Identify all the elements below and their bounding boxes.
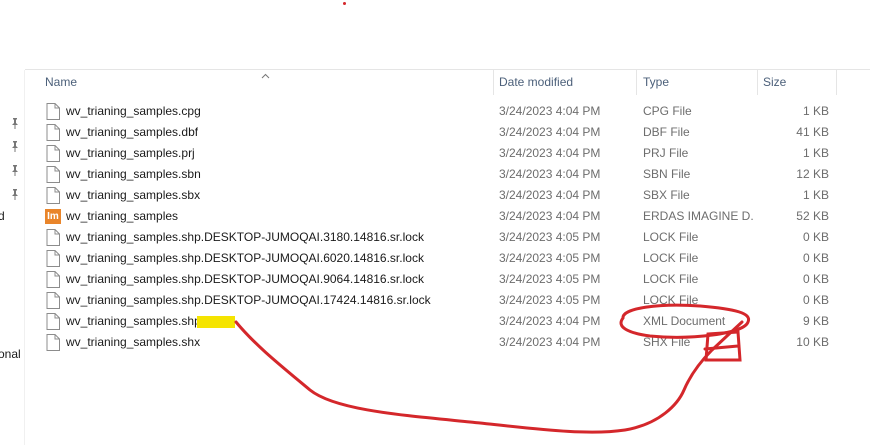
file-row[interactable]: wv_trianing_samples.cpg 3/24/2023 4:04 PM… [25, 101, 837, 122]
file-size: 12 KB [796, 167, 829, 181]
file-row[interactable]: wv_trianing_samples.dbf 3/24/2023 4:04 PM… [25, 122, 837, 143]
file-row[interactable]: wv_trianing_samples.shp 3/24/2023 4:04 PM… [25, 311, 837, 332]
file-name: wv_trianing_samples.sbn [66, 167, 201, 181]
nav-item-fragment[interactable]: d [0, 209, 5, 223]
file-row[interactable]: wv_trianing_samples.shp.DESKTOP-JUMOQAI.… [25, 269, 837, 290]
file-date-modified: 3/24/2023 4:04 PM [499, 146, 601, 160]
document-icon [46, 187, 60, 204]
document-icon [46, 271, 60, 288]
file-size: 9 KB [802, 314, 829, 328]
file-row[interactable]: wv_trianing_samples.shp.DESKTOP-JUMOQAI.… [25, 248, 837, 269]
file-name: wv_trianing_samples.shp.DESKTOP-JUMOQAI.… [66, 251, 424, 265]
file-name: wv_trianing_samples.shp.DESKTOP-JUMOQAI.… [66, 293, 431, 307]
file-date-modified: 3/24/2023 4:05 PM [499, 272, 601, 286]
file-name: wv_trianing_samples.shp.DESKTOP-JUMOQAI.… [66, 230, 424, 244]
file-date-modified: 3/24/2023 4:05 PM [499, 230, 601, 244]
sort-ascending-icon [261, 68, 270, 82]
file-date-modified: 3/24/2023 4:04 PM [499, 314, 601, 328]
file-date-modified: 3/24/2023 4:05 PM [499, 251, 601, 265]
file-name: wv_trianing_samples.shp [66, 314, 201, 328]
file-row[interactable]: wv_trianing_samples.prj 3/24/2023 4:04 PM… [25, 143, 837, 164]
file-row[interactable]: wv_trianing_samples.shp.DESKTOP-JUMOQAI.… [25, 290, 837, 311]
file-row[interactable]: wv_trianing_samples.sbx 3/24/2023 4:04 PM… [25, 185, 837, 206]
file-name: wv_trianing_samples [66, 209, 179, 223]
file-size: 10 KB [796, 335, 829, 349]
file-type: PRJ File [643, 146, 689, 160]
column-header-date[interactable]: Date modified [494, 70, 637, 95]
document-icon [46, 124, 60, 141]
document-icon [46, 292, 60, 309]
file-row[interactable]: wv_trianing_samples.shx 3/24/2023 4:04 PM… [25, 332, 837, 353]
file-row[interactable]: Im wv_trianing_samples 3/24/2023 4:04 PM ER… [25, 206, 837, 227]
nav-item-fragment[interactable]: onal [0, 347, 21, 361]
file-size: 0 KB [802, 293, 829, 307]
file-name: wv_trianing_samples.cpg [66, 104, 201, 118]
file-date-modified: 3/24/2023 4:05 PM [499, 293, 601, 307]
file-type: LOCK File [643, 230, 699, 244]
file-type: DBF File [643, 125, 690, 139]
file-date-modified: 3/24/2023 4:04 PM [499, 188, 601, 202]
file-date-modified: 3/24/2023 4:04 PM [499, 104, 601, 118]
file-size: 52 KB [796, 209, 829, 223]
file-name: wv_trianing_samples.shp.DESKTOP-JUMOQAI.… [66, 272, 424, 286]
file-size: 1 KB [802, 146, 829, 160]
column-header-row: Name Date modified Type Size [25, 70, 837, 95]
file-size: 41 KB [796, 125, 829, 139]
file-size: 0 KB [802, 272, 829, 286]
document-icon [46, 250, 60, 267]
file-type: XML Document [643, 314, 726, 328]
file-type: LOCK File [643, 251, 699, 265]
pin-icon[interactable] [9, 117, 21, 129]
file-row[interactable]: wv_trianing_samples.shp.DESKTOP-JUMOQAI.… [25, 227, 837, 248]
file-list[interactable]: Name Date modified Type Size wv_trianing… [25, 70, 870, 445]
file-name: wv_trianing_samples.prj [66, 146, 195, 160]
column-header-type[interactable]: Type [638, 70, 758, 95]
file-type: CPG File [643, 104, 692, 118]
file-row[interactable]: wv_trianing_samples.sbn 3/24/2023 4:04 PM… [25, 164, 837, 185]
navigation-pane[interactable]: d onal [0, 70, 25, 445]
red-dot-mark [343, 2, 346, 5]
file-date-modified: 3/24/2023 4:04 PM [499, 167, 601, 181]
file-type: ERDAS IMAGINE D... [643, 209, 753, 223]
document-icon [46, 166, 60, 183]
document-icon [46, 229, 60, 246]
file-date-modified: 3/24/2023 4:04 PM [499, 125, 601, 139]
file-type: SHX File [643, 335, 691, 349]
column-separator[interactable] [836, 70, 837, 95]
column-header-size[interactable]: Size [758, 70, 836, 95]
file-date-modified: 3/24/2023 4:04 PM [499, 335, 601, 349]
column-separator[interactable] [636, 70, 637, 95]
file-type: LOCK File [643, 272, 699, 286]
pin-icon[interactable] [9, 164, 21, 176]
file-type: SBN File [643, 167, 691, 181]
pin-icon[interactable] [9, 188, 21, 200]
document-icon [46, 313, 60, 330]
file-name: wv_trianing_samples.sbx [66, 188, 201, 202]
file-size: 1 KB [802, 104, 829, 118]
pin-icon[interactable] [9, 140, 21, 152]
file-type: SBX File [643, 188, 690, 202]
document-icon [46, 145, 60, 162]
document-icon [46, 103, 60, 120]
file-size: 0 KB [802, 230, 829, 244]
yellow-highlight-mark [197, 316, 235, 328]
file-size: 0 KB [802, 251, 829, 265]
file-type: LOCK File [643, 293, 699, 307]
file-date-modified: 3/24/2023 4:04 PM [499, 209, 601, 223]
file-name: wv_trianing_samples.dbf [66, 125, 199, 139]
document-icon [46, 334, 60, 351]
file-name: wv_trianing_samples.shx [66, 335, 201, 349]
erdas-imagine-icon: Im [45, 209, 61, 224]
file-size: 1 KB [802, 188, 829, 202]
